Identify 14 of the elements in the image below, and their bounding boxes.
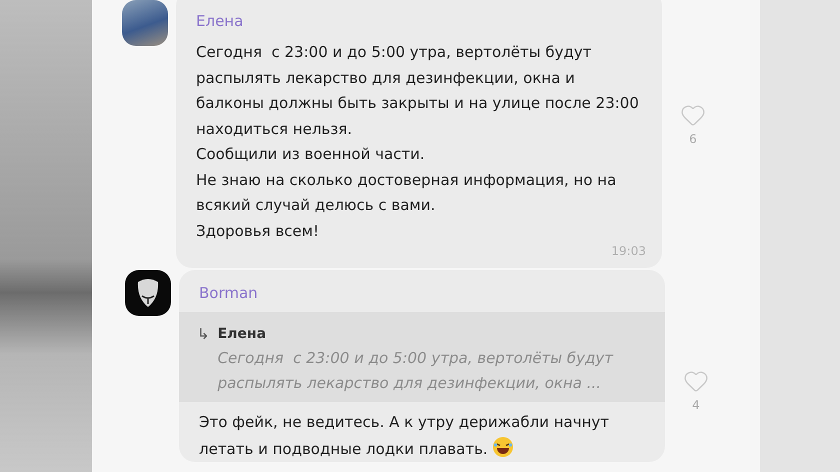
quoted-text: Сегодня с 23:00 и до 5:00 утра, вертолёты будут распылять лекарство для дезинфекции, окна ... <box>218 348 614 394</box>
avatar[interactable] <box>125 270 171 316</box>
quoted-message[interactable]: ↳ Елена Сегодня с 23:00 и до 5:00 утра, вертолёты будут распылять лекарство для дезинфекции, окна ... <box>179 312 665 402</box>
sender-name[interactable]: Елена <box>176 0 662 34</box>
message-text: Это фейк, не ведитесь. А к утру дерижабли начнут летать и подводные лодки плавать. <box>198 412 610 460</box>
quoted-sender: Елена <box>218 325 268 344</box>
message-time: 19:03 <box>611 244 646 258</box>
avatar-photo-placeholder[interactable] <box>122 0 168 46</box>
reply-arrow-icon: ↳ <box>197 322 210 396</box>
message-text: Сегодня с 23:00 и до 5:00 утра, вертолёты будут распылять лекарство для дезинфекции, окна и балконы должны быть закрыты и на улице после 23:00 находиться нельзя. Сообщили из военной части. Не знаю на сколько достоверная информация, но на всякий случай делюсь с вами. Здоровья всем! <box>195 42 640 242</box>
sender-name[interactable]: Borman <box>179 270 665 306</box>
like-count: 6 <box>689 132 697 146</box>
mask-icon <box>136 278 160 308</box>
like-count: 4 <box>692 398 700 412</box>
